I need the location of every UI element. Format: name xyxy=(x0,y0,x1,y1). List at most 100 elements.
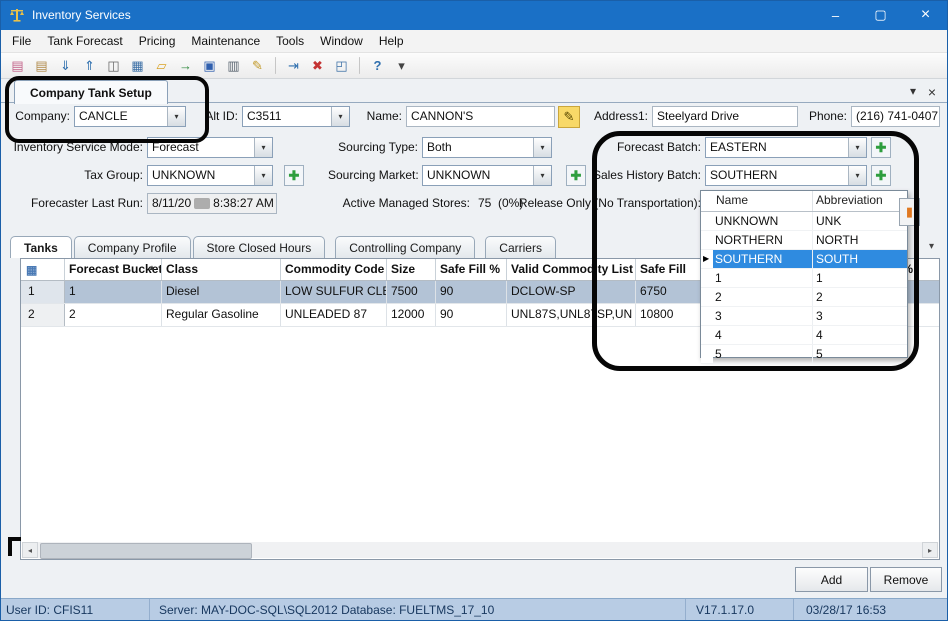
chevron-down-icon[interactable]: ▾ xyxy=(533,138,551,157)
open-folder-icon[interactable]: ▱ xyxy=(151,55,172,76)
tab-store-closed-hours[interactable]: Store Closed Hours xyxy=(193,236,326,258)
cell-size[interactable]: 7500 xyxy=(387,281,436,303)
sourcing-type-select[interactable]: Both ▾ xyxy=(422,137,552,158)
name-field[interactable]: CANNON'S xyxy=(406,106,555,127)
chevron-down-icon[interactable]: ▾ xyxy=(254,138,272,157)
5[interactable]: 5 5 xyxy=(701,345,907,364)
edit-name-button[interactable]: ✎ xyxy=(558,106,580,128)
delete-icon[interactable]: ✖ xyxy=(307,55,328,76)
scroll-right-icon[interactable]: ▸ xyxy=(922,542,938,558)
inventory-service-mode-select[interactable]: Forecast ▾ xyxy=(147,137,273,158)
cell-valid-commodity-list[interactable]: DCLOW-SP xyxy=(507,281,636,303)
1[interactable]: 1 1 xyxy=(701,269,907,288)
edit-document-icon[interactable]: ✎ xyxy=(247,55,268,76)
report-icon[interactable]: ▤ xyxy=(31,55,52,76)
select-all-cell[interactable]: ▦ xyxy=(21,259,65,280)
chevron-down-icon[interactable]: ▾ xyxy=(848,166,866,185)
cell-commodity-code[interactable]: UNLEADED 87 xyxy=(281,304,387,326)
address1-field[interactable]: Steelyard Drive xyxy=(652,106,798,127)
column-header[interactable]: Safe Fill % xyxy=(436,259,507,280)
SOUTHERN[interactable]: ▶ SOUTHERN SOUTH xyxy=(701,250,907,269)
tab-overflow-icon[interactable]: ▾ xyxy=(929,241,934,252)
cell-class[interactable]: Regular Gasoline xyxy=(162,304,281,326)
sales-history-batch-select[interactable]: SOUTHERN ▾ xyxy=(705,165,867,186)
check-in-icon[interactable]: ⇓ xyxy=(55,55,76,76)
2[interactable]: 2 2 xyxy=(701,288,907,307)
chevron-down-icon[interactable]: ▾ xyxy=(167,107,185,126)
cell-safe-fill[interactable]: 6750 xyxy=(636,281,709,303)
scrollbar-thumb[interactable] xyxy=(40,543,252,559)
tax-group-select[interactable]: UNKNOWN ▾ xyxy=(147,165,273,186)
column-header[interactable]: Commodity Code xyxy=(281,259,387,280)
cell-size[interactable]: 12000 xyxy=(387,304,436,326)
sourcing-market-select[interactable]: UNKNOWN ▾ xyxy=(422,165,552,186)
doc-close-icon[interactable]: × xyxy=(928,84,936,100)
menu-item[interactable]: Window xyxy=(312,30,371,52)
lookup-column-header[interactable]: Abbreviation xyxy=(813,191,907,211)
cell-safe-fill[interactable]: 10800 xyxy=(636,304,709,326)
column-header[interactable]: Size xyxy=(387,259,436,280)
tab-controlling-company[interactable]: Controlling Company xyxy=(335,236,475,258)
print-preview-icon[interactable]: ▤ xyxy=(7,55,28,76)
alt-id-select[interactable]: C3511 ▾ xyxy=(242,106,350,127)
menu-item[interactable]: Tank Forecast xyxy=(39,30,130,52)
copy-icon[interactable]: ◫ xyxy=(103,55,124,76)
cell-forecast-bucket[interactable]: 1 xyxy=(65,281,162,303)
close-button[interactable]: × xyxy=(903,0,948,30)
print-icon[interactable]: ▥ xyxy=(223,55,244,76)
cell-class[interactable]: Diesel xyxy=(162,281,281,303)
cell-valid-commodity-list[interactable]: UNL87S,UNL87SP,UN xyxy=(507,304,636,326)
column-header[interactable]: Class xyxy=(162,259,281,280)
column-header[interactable]: Safe Fill xyxy=(636,259,709,280)
window-icon[interactable]: ◰ xyxy=(331,55,352,76)
toolbar-overflow-icon[interactable]: ▾ xyxy=(391,55,412,76)
cell-commodity-code[interactable]: LOW SULFUR CLE xyxy=(281,281,387,303)
tab-tanks[interactable]: Tanks xyxy=(10,236,72,258)
cell-forecast-bucket[interactable]: 2 xyxy=(65,304,162,326)
NORTHERN[interactable]: NORTHERN NORTH xyxy=(701,231,907,250)
tab-company-profile[interactable]: Company Profile xyxy=(74,236,191,258)
minimize-button[interactable]: – xyxy=(813,0,858,30)
tab-company-tank-setup[interactable]: Company Tank Setup xyxy=(14,80,168,104)
phone-field[interactable]: (216) 741-0407 xyxy=(851,106,940,127)
menu-item[interactable]: Tools xyxy=(268,30,312,52)
cell-safe-fill-pct[interactable]: 90 xyxy=(436,281,507,303)
chevron-down-icon[interactable]: ▾ xyxy=(331,107,349,126)
maximize-button[interactable]: ▢ xyxy=(858,0,903,30)
chevron-down-icon[interactable]: ▾ xyxy=(254,166,272,185)
company-label: Company: xyxy=(6,106,70,127)
4[interactable]: 4 4 xyxy=(701,326,907,345)
UNKNOWN[interactable]: UNKNOWN UNK xyxy=(701,212,907,231)
lookup-column-header[interactable]: Name xyxy=(713,191,813,211)
import-icon[interactable]: → xyxy=(175,55,196,76)
table-icon[interactable]: ▦ xyxy=(127,55,148,76)
add-button[interactable]: Add xyxy=(795,567,868,592)
exit-icon[interactable]: ⇥ xyxy=(283,55,304,76)
menu-item[interactable]: Help xyxy=(371,30,412,52)
remove-button[interactable]: Remove xyxy=(870,567,942,592)
chevron-down-icon[interactable]: ▾ xyxy=(848,138,866,157)
column-header[interactable]: Valid Commodity List xyxy=(507,259,636,280)
forecast-batch-select[interactable]: EASTERN ▾ xyxy=(705,137,867,158)
add-tax-group-button[interactable]: ✚ xyxy=(284,165,304,186)
3[interactable]: 3 3 xyxy=(701,307,907,326)
company-select[interactable]: CANCLE ▾ xyxy=(74,106,186,127)
save-icon[interactable]: ▣ xyxy=(199,55,220,76)
menu-item[interactable]: File xyxy=(4,30,39,52)
chevron-down-icon[interactable]: ▾ xyxy=(533,166,551,185)
add-forecast-batch-button[interactable]: ✚ xyxy=(871,137,891,158)
cell-safe-fill-pct[interactable]: 90 xyxy=(436,304,507,326)
add-sales-history-batch-button[interactable]: ✚ xyxy=(871,165,891,186)
tab-carriers[interactable]: Carriers xyxy=(485,236,556,258)
menu-item[interactable]: Maintenance xyxy=(183,30,268,52)
row-header[interactable]: 2 xyxy=(21,304,65,326)
help-icon[interactable]: ? xyxy=(367,55,388,76)
menu-item[interactable]: Pricing xyxy=(131,30,184,52)
horizontal-scrollbar[interactable]: ◂ ▸ xyxy=(22,542,938,558)
scroll-left-icon[interactable]: ◂ xyxy=(22,542,38,558)
doc-chevron-down-icon[interactable]: ▾ xyxy=(910,84,916,98)
add-sourcing-market-button[interactable]: ✚ xyxy=(566,165,586,186)
check-out-icon[interactable]: ⇑ xyxy=(79,55,100,76)
row-header[interactable]: 1 xyxy=(21,281,65,303)
release-only-lookup-button[interactable]: ▮ xyxy=(899,198,920,226)
